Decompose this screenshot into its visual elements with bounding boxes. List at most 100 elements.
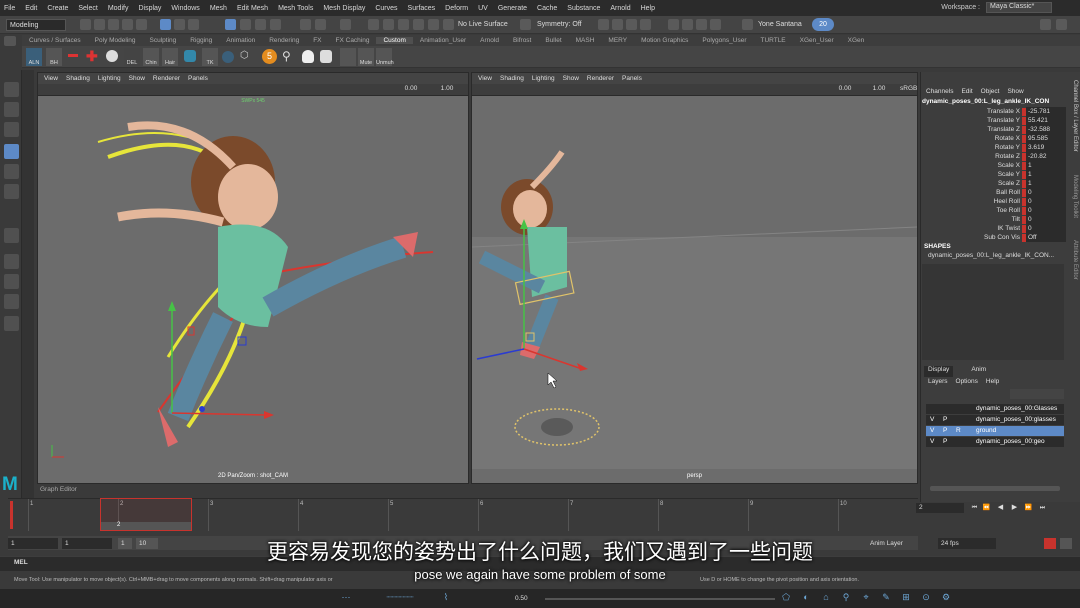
paint-select-icon[interactable] bbox=[4, 122, 19, 137]
attr-value[interactable]: 0 bbox=[1026, 197, 1066, 206]
rvp-menu-shading[interactable]: Shading bbox=[500, 75, 524, 82]
select-object-icon[interactable] bbox=[174, 19, 185, 30]
single-view-icon[interactable] bbox=[4, 254, 19, 269]
step-back-key-button[interactable]: ⏪ bbox=[982, 503, 991, 513]
menu-surfaces[interactable]: Surfaces bbox=[408, 5, 436, 12]
shelf-tab-animation-user[interactable]: Animation_User bbox=[413, 37, 473, 44]
shelf-tab-mery[interactable]: MERY bbox=[601, 37, 634, 44]
bottom-icon-8[interactable]: ⊙ bbox=[920, 592, 932, 604]
outliner-view-icon[interactable] bbox=[4, 316, 19, 331]
step-forward-key-button[interactable]: ⏩ bbox=[1024, 503, 1033, 513]
lvp-menu-lighting[interactable]: Lighting bbox=[98, 75, 121, 82]
ipr-render-icon[interactable] bbox=[626, 19, 637, 30]
layer-visibility[interactable]: V bbox=[930, 416, 938, 423]
rvp-srgb-field[interactable]: sRGB bbox=[900, 85, 917, 94]
shelf-tab-animation[interactable]: Animation bbox=[219, 37, 262, 44]
shelf-tab-xgen[interactable]: XGen bbox=[841, 37, 872, 44]
symmetry-select[interactable]: Symmetry: Off bbox=[537, 19, 582, 31]
five-icon[interactable]: 5 bbox=[262, 49, 277, 64]
snap-view-icon[interactable] bbox=[270, 19, 281, 30]
shelf-tab-polygons-user[interactable]: Polygons_User bbox=[695, 37, 753, 44]
live-surface-label[interactable]: No Live Surface bbox=[458, 19, 528, 31]
cb-menu-edit[interactable]: Edit bbox=[961, 88, 972, 95]
shelf-tab-rigging[interactable]: Rigging bbox=[183, 37, 219, 44]
tab-attribute-editor[interactable]: Attribute Editor bbox=[1068, 240, 1078, 305]
shelf-tab-fx[interactable]: FX bbox=[306, 37, 328, 44]
shelf-button-hair[interactable]: Hair bbox=[162, 48, 178, 66]
new-scene-icon[interactable] bbox=[80, 19, 91, 30]
rvp-gamma-field[interactable]: 1.00 bbox=[870, 85, 888, 94]
current-frame-field[interactable]: 2 bbox=[916, 503, 964, 513]
lvp-menu-panels[interactable]: Panels bbox=[188, 75, 208, 82]
lvp-menu-show[interactable]: Show bbox=[129, 75, 145, 82]
menu-file[interactable]: File bbox=[4, 5, 15, 12]
menu-mesh-display[interactable]: Mesh Display bbox=[323, 5, 365, 12]
shelf-tab-motion-graphics[interactable]: Motion Graphics bbox=[634, 37, 695, 44]
shelf-button-bh[interactable]: BH bbox=[46, 48, 62, 66]
move-tool-icon[interactable] bbox=[4, 144, 19, 159]
render-frame-icon[interactable] bbox=[612, 19, 623, 30]
select-component-icon[interactable] bbox=[188, 19, 199, 30]
scale-tool-icon[interactable] bbox=[4, 184, 19, 199]
shelf-tab-xgen-user[interactable]: XGen_User bbox=[793, 37, 841, 44]
attr-value[interactable]: 0 bbox=[1026, 188, 1066, 197]
workspace-select[interactable]: Maya Classic* bbox=[986, 2, 1052, 13]
play-backward-button[interactable]: ◀ bbox=[996, 503, 1005, 513]
save-scene-icon[interactable] bbox=[108, 19, 119, 30]
layer-playback[interactable]: P bbox=[943, 416, 951, 423]
input-icon[interactable] bbox=[315, 19, 326, 30]
shelf-button-aln[interactable]: ALN bbox=[26, 48, 42, 66]
cb-menu-show[interactable]: Show bbox=[1007, 88, 1023, 95]
cb-menu-object[interactable]: Object bbox=[981, 88, 1000, 95]
menu-select[interactable]: Select bbox=[78, 5, 97, 12]
tab-anim[interactable]: Anim bbox=[967, 366, 990, 377]
shelf-tab-sculpting[interactable]: Sculpting bbox=[143, 37, 184, 44]
arnold-render-icon[interactable] bbox=[682, 19, 693, 30]
shelf-tab-mash[interactable]: MASH bbox=[569, 37, 602, 44]
menu-generate[interactable]: Generate bbox=[498, 5, 527, 12]
attr-value[interactable]: 1 bbox=[1026, 170, 1066, 179]
four-view-icon[interactable] bbox=[4, 274, 19, 289]
shelf-tab-rendering[interactable]: Rendering bbox=[262, 37, 306, 44]
layer-visibility[interactable]: V bbox=[930, 427, 938, 434]
open-scene-icon[interactable] bbox=[94, 19, 105, 30]
layer-reference[interactable]: R bbox=[956, 427, 964, 434]
rvp-exposure-field[interactable]: 0.00 bbox=[836, 85, 854, 94]
lvp-menu-renderer[interactable]: Renderer bbox=[153, 75, 180, 82]
tool-paint-icon[interactable] bbox=[4, 228, 19, 243]
graph-editor-label[interactable]: Graph Editor bbox=[40, 486, 77, 493]
menu-mesh[interactable]: Mesh bbox=[210, 5, 227, 12]
bottom-graph-icon[interactable]: ⌇ bbox=[440, 592, 452, 604]
lvp-exposure-field[interactable]: 0.00 bbox=[402, 85, 420, 94]
user-icon[interactable] bbox=[742, 19, 753, 30]
menu-deform[interactable]: Deform bbox=[445, 5, 468, 12]
rvp-menu-view[interactable]: View bbox=[478, 75, 492, 82]
attr-value[interactable]: -25.781 bbox=[1026, 107, 1066, 116]
layer-row[interactable]: V P dynamic_poses_00:geo bbox=[926, 437, 1064, 447]
shape-name[interactable]: dynamic_poses_00:L_leg_ankle_IK_CON... bbox=[928, 252, 1054, 259]
shelf-tab-fx-caching[interactable]: FX Caching bbox=[329, 37, 377, 44]
layer-row[interactable]: dynamic_poses_00:Glasses bbox=[926, 404, 1064, 414]
shelf-button-del[interactable]: DEL bbox=[124, 48, 140, 66]
cb-menu-channels[interactable]: Channels bbox=[926, 88, 953, 95]
layer-playback[interactable]: P bbox=[943, 438, 951, 445]
rvp-menu-panels[interactable]: Panels bbox=[622, 75, 642, 82]
shelf-settings-icon[interactable] bbox=[4, 36, 16, 46]
layer-row[interactable]: V P dynamic_poses_00:glasses bbox=[926, 415, 1064, 425]
undo-icon[interactable] bbox=[122, 19, 133, 30]
lasso-tool-icon[interactable] bbox=[4, 102, 19, 117]
sidebar-toggle-icon[interactable] bbox=[1040, 19, 1051, 30]
layer-visibility[interactable]: V bbox=[930, 438, 938, 445]
user-name[interactable]: Yone Santana bbox=[758, 19, 802, 31]
shelf-tab-turtle[interactable]: TURTLE bbox=[753, 37, 792, 44]
attr-value[interactable]: 0 bbox=[1026, 224, 1066, 233]
layer-menu-layers[interactable]: Layers bbox=[928, 378, 948, 385]
minus-icon[interactable] bbox=[68, 54, 78, 57]
render-view-icon[interactable] bbox=[598, 19, 609, 30]
shelf-button-tk[interactable]: TK bbox=[202, 48, 218, 66]
attr-value[interactable]: -20.82 bbox=[1026, 152, 1066, 161]
shelf-button-unmute[interactable]: Unmuh bbox=[376, 48, 394, 66]
rvp-menu-show[interactable]: Show bbox=[563, 75, 579, 82]
mask-icon[interactable] bbox=[320, 50, 332, 63]
sphere-icon[interactable] bbox=[106, 50, 118, 62]
